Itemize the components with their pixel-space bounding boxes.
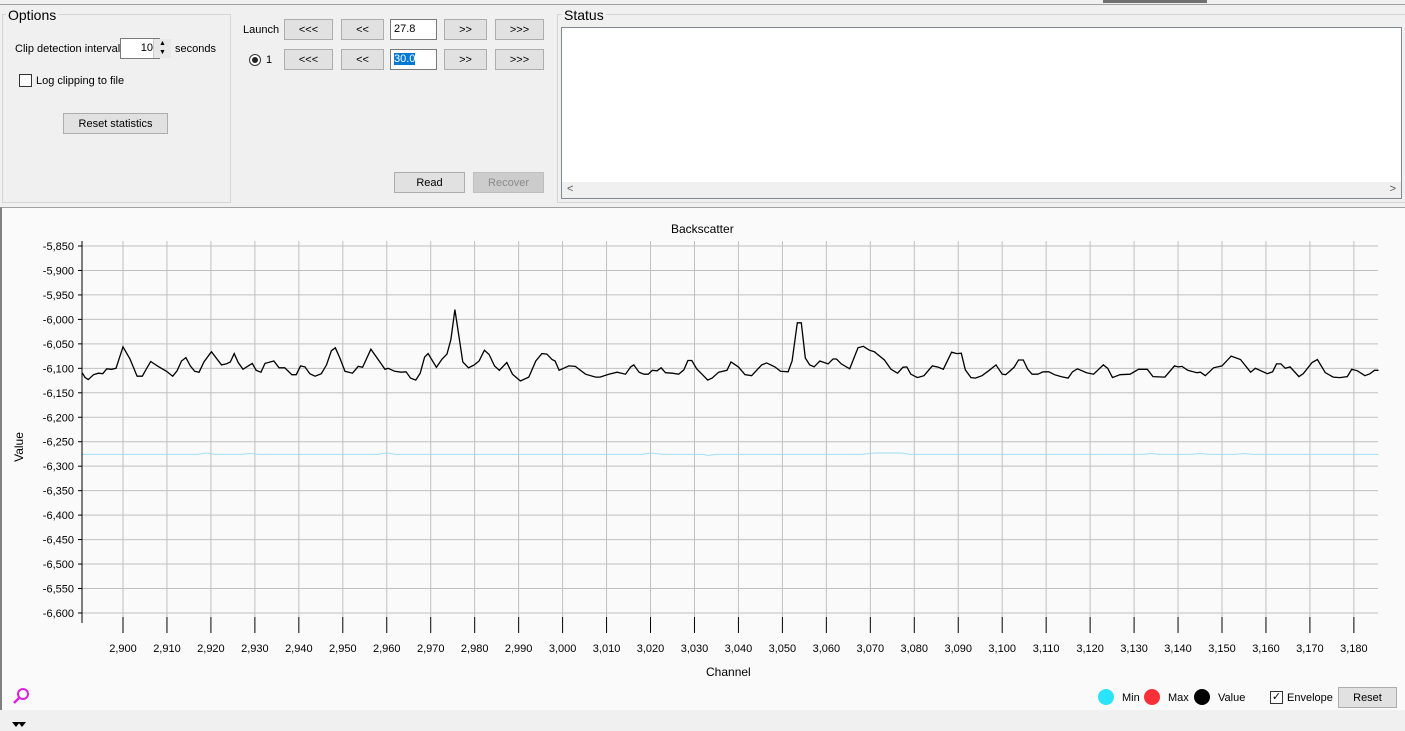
log-clipping-checkbox[interactable] bbox=[19, 74, 32, 87]
x-tick-label: 3,060 bbox=[813, 643, 841, 655]
spin-down-icon[interactable]: ▼ bbox=[154, 48, 171, 57]
y-axis-label: Value bbox=[11, 432, 26, 462]
y-tick-label: -6,150 bbox=[43, 388, 74, 400]
y-tick-label: -6,000 bbox=[43, 314, 74, 326]
x-tick-label: 2,950 bbox=[329, 643, 357, 655]
y-tick-label: -5,950 bbox=[43, 290, 74, 302]
x-tick-label: 2,900 bbox=[109, 643, 137, 655]
min-legend-swatch bbox=[1098, 689, 1114, 705]
backscatter-chart[interactable]: -5,850 -5,900 -5,950 -6,000 -6,050 -6,100 -6,1… bbox=[0, 207, 1405, 710]
x-tick-label: 2,940 bbox=[285, 643, 313, 655]
x-tick-label: 3,090 bbox=[944, 643, 972, 655]
reset-chart-button[interactable]: Reset bbox=[1338, 687, 1397, 708]
x-tick-label: 2,920 bbox=[197, 643, 225, 655]
x-tick-label: 2,960 bbox=[373, 643, 401, 655]
clip-unit-label: seconds bbox=[175, 43, 216, 55]
x-tick-label: 2,930 bbox=[241, 643, 269, 655]
x-tick-label: 3,010 bbox=[593, 643, 621, 655]
x-tick-label: 2,990 bbox=[505, 643, 533, 655]
x-tick-label: 3,070 bbox=[857, 643, 885, 655]
envelope-checkbox[interactable]: ✓ bbox=[1270, 691, 1283, 704]
collapse-arrows-icon[interactable] bbox=[0, 710, 30, 728]
channel-1-radio[interactable] bbox=[249, 54, 261, 66]
status-textarea[interactable]: < > bbox=[561, 27, 1402, 199]
scroll-left-icon[interactable]: < bbox=[567, 183, 573, 195]
y-tick-label: -6,050 bbox=[43, 339, 74, 351]
y-tick-label: -6,500 bbox=[43, 559, 74, 571]
x-tick-label: 3,130 bbox=[1120, 643, 1148, 655]
series-line-min bbox=[82, 452, 1379, 456]
x-tick-label: 3,120 bbox=[1076, 643, 1104, 655]
options-title: Options bbox=[6, 7, 59, 23]
x-tick-label: 3,170 bbox=[1296, 643, 1324, 655]
x-tick-label: 2,970 bbox=[417, 643, 445, 655]
row2-back-button[interactable]: << bbox=[341, 49, 384, 70]
x-tick-label: 3,100 bbox=[988, 643, 1016, 655]
y-tick-label: -5,850 bbox=[43, 241, 74, 253]
log-clipping-label: Log clipping to file bbox=[36, 75, 125, 87]
x-tick-label: 3,050 bbox=[769, 643, 797, 655]
radio-selected-dot bbox=[252, 57, 258, 63]
backscatter-chart-panel: -5,850 -5,900 -5,950 -6,000 -6,050 -6,100 -6,1… bbox=[0, 207, 1405, 710]
x-tick-label: 3,030 bbox=[681, 643, 709, 655]
value-legend-label: Value bbox=[1218, 692, 1246, 704]
y-tick-label: -5,900 bbox=[43, 265, 74, 277]
zoom-magnifier-icon[interactable] bbox=[12, 687, 30, 708]
x-tick-label: 3,080 bbox=[901, 643, 929, 655]
row2-forward-button[interactable]: >> bbox=[444, 49, 487, 70]
chart-title: Backscatter bbox=[671, 222, 734, 236]
launch-value-input[interactable]: 27.8 bbox=[390, 19, 437, 40]
launch-back-button[interactable]: << bbox=[341, 19, 384, 40]
x-tick-label: 3,110 bbox=[1033, 643, 1060, 655]
top-border bbox=[0, 4, 1405, 5]
row2-fast-back-button[interactable]: <<< bbox=[284, 49, 333, 70]
status-title: Status bbox=[562, 7, 606, 23]
scroll-right-icon[interactable]: > bbox=[1390, 183, 1396, 195]
selected-text: 30.0 bbox=[394, 53, 416, 65]
y-tick-label: -6,300 bbox=[43, 461, 74, 473]
launch-label: Launch bbox=[243, 24, 280, 36]
y-tick-label: -6,450 bbox=[43, 535, 74, 547]
y-tick-label: -6,250 bbox=[43, 437, 74, 449]
window-tab-indicator[interactable] bbox=[1103, 0, 1207, 3]
x-tick-label: 3,150 bbox=[1208, 643, 1236, 655]
x-tick-label: 2,980 bbox=[461, 643, 489, 655]
x-tick-label: 3,040 bbox=[725, 643, 753, 655]
channel-1-label: 1 bbox=[266, 54, 273, 66]
envelope-label: Envelope bbox=[1287, 692, 1333, 704]
x-tick-label: 3,000 bbox=[549, 643, 577, 655]
recover-button: Recover bbox=[473, 172, 544, 193]
x-tick-label: 3,020 bbox=[637, 643, 665, 655]
y-tick-label: -6,400 bbox=[43, 510, 74, 522]
x-tick-label: 3,160 bbox=[1252, 643, 1280, 655]
y-tick-label: -6,100 bbox=[43, 363, 74, 375]
x-tick-label: 2,910 bbox=[153, 643, 181, 655]
status-horizontal-scrollbar[interactable]: < > bbox=[562, 182, 1401, 198]
reset-statistics-button[interactable]: Reset statistics bbox=[63, 113, 168, 134]
launch-forward-button[interactable]: >> bbox=[444, 19, 487, 40]
read-button[interactable]: Read bbox=[394, 172, 465, 193]
max-legend-label: Max bbox=[1168, 692, 1189, 704]
y-tick-label: -6,350 bbox=[43, 486, 74, 498]
series-line-value bbox=[81, 309, 1379, 382]
y-tick-label: -6,550 bbox=[43, 584, 74, 596]
value-legend-swatch bbox=[1194, 689, 1210, 705]
row2-fast-forward-button[interactable]: >>> bbox=[495, 49, 544, 70]
clip-interval-label: Clip detection interval bbox=[15, 43, 121, 55]
y-tick-label: -6,600 bbox=[43, 608, 74, 620]
spin-up-icon[interactable]: ▲ bbox=[154, 39, 171, 48]
max-legend-swatch bbox=[1144, 689, 1160, 705]
clip-interval-spinner[interactable]: ▲ ▼ bbox=[153, 39, 171, 58]
y-tick-label: -6,200 bbox=[43, 412, 74, 424]
row2-value-input[interactable]: 30.0 bbox=[390, 49, 437, 70]
min-legend-label: Min bbox=[1122, 692, 1140, 704]
bottom-strip bbox=[0, 710, 1405, 728]
launch-fast-back-button[interactable]: <<< bbox=[284, 19, 333, 40]
x-tick-label: 3,180 bbox=[1340, 643, 1368, 655]
x-tick-label: 3,140 bbox=[1164, 643, 1192, 655]
x-axis-label: Channel bbox=[706, 665, 751, 679]
launch-fast-forward-button[interactable]: >>> bbox=[495, 19, 544, 40]
